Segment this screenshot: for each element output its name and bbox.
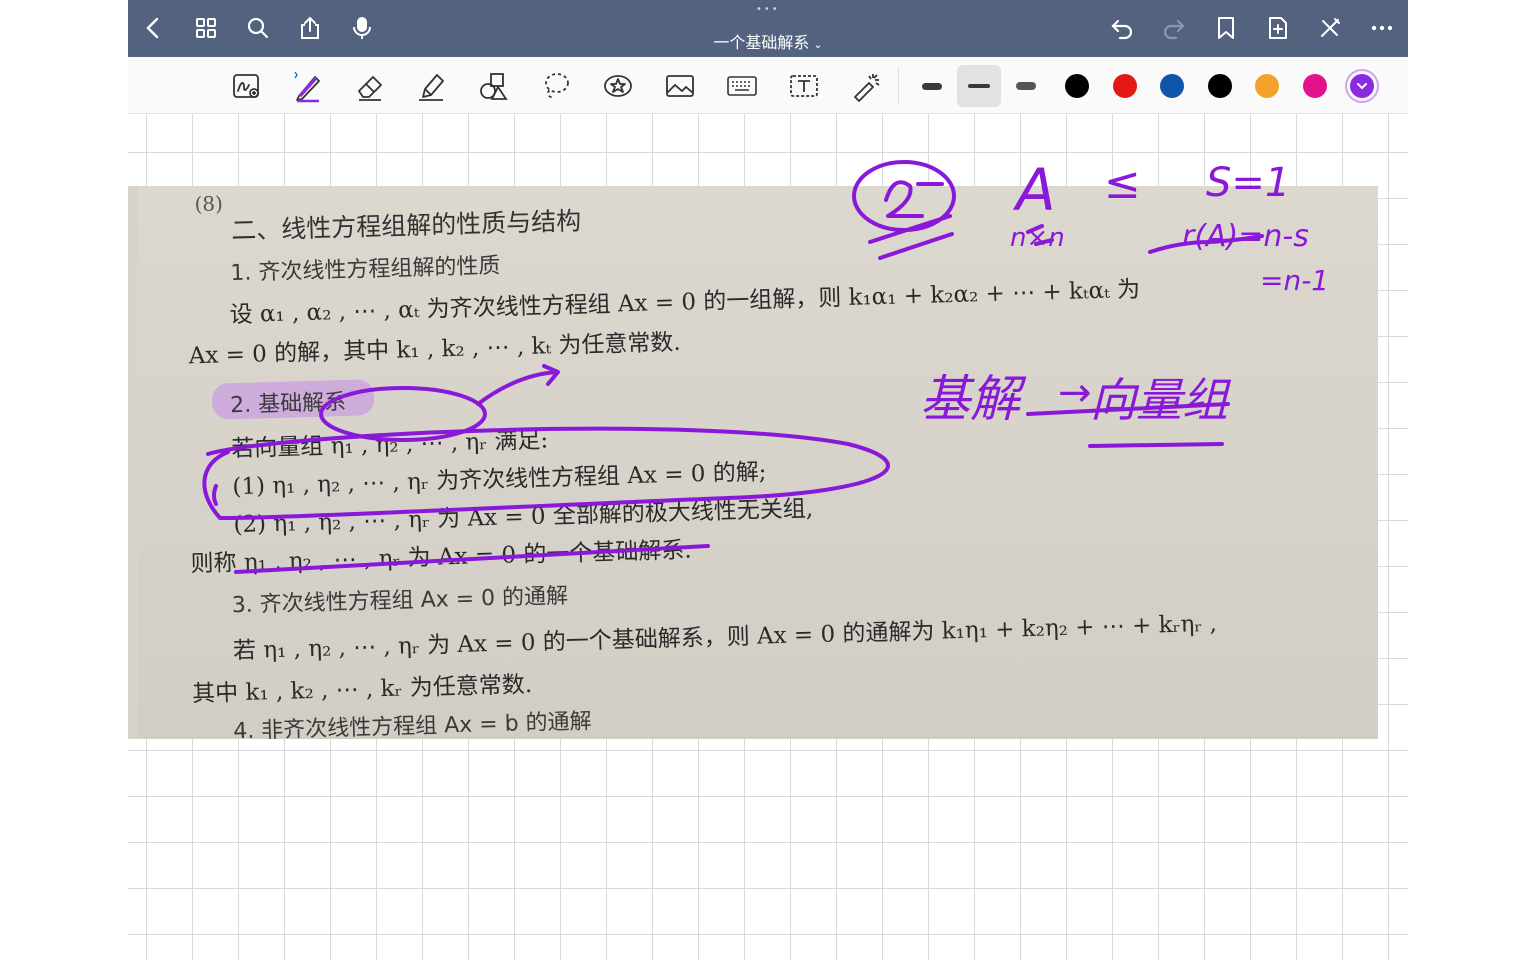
- image-tool-icon[interactable]: [658, 65, 702, 107]
- color-swatch[interactable]: [1065, 74, 1089, 98]
- bookmark-icon[interactable]: [1210, 12, 1242, 44]
- color-swatch[interactable]: [1207, 74, 1232, 98]
- lasso-tool-icon[interactable]: [534, 65, 578, 107]
- color-swatch[interactable]: [1302, 74, 1327, 98]
- sticker-tool-icon[interactable]: [596, 65, 640, 107]
- section-title: 二、线性方程组解的性质与结构: [230, 206, 582, 246]
- thickness-thick[interactable]: [1004, 65, 1048, 107]
- s1-title: 1. 齐次线性方程组解的性质: [230, 253, 501, 287]
- thickness-medium[interactable]: [957, 65, 1001, 107]
- s3-title: 3. 齐次线性方程组 Ax = 0 的通解: [231, 583, 569, 619]
- toolbar-divider: [898, 67, 899, 105]
- share-icon[interactable]: [294, 12, 326, 44]
- textbook-photo: (8) 二、线性方程组解的性质与结构 1. 齐次线性方程组解的性质 设 α₁ ,…: [128, 186, 1378, 739]
- thickness-thin[interactable]: [910, 65, 954, 107]
- add-page-icon[interactable]: [1262, 12, 1294, 44]
- microphone-icon[interactable]: [346, 12, 378, 44]
- pen-tool-icon[interactable]: [286, 65, 330, 107]
- tool-bar: [128, 57, 1408, 114]
- heading-number: (8): [194, 191, 224, 217]
- color-swatch[interactable]: [1160, 74, 1184, 98]
- s2-title: 2. 基础解系: [229, 389, 347, 419]
- s3-line2: 其中 k₁ , k₂ , ⋯ , kᵣ 为任意常数.: [191, 671, 533, 708]
- window-grabber[interactable]: •••: [756, 4, 780, 15]
- text-tool-icon[interactable]: [782, 65, 826, 107]
- highlighter-tool-icon[interactable]: [410, 65, 454, 107]
- s4-title: 4. 非齐次线性方程组 Ax = b 的通解: [232, 709, 592, 739]
- close-pen-icon[interactable]: [1314, 12, 1346, 44]
- keyboard-tool-icon[interactable]: [720, 65, 764, 107]
- redo-icon[interactable]: [1158, 12, 1190, 44]
- grid-icon[interactable]: [190, 12, 222, 44]
- notes-app: ••• 一个基础解系 ⌄ (8) 二、线性方程组解的性质与结构 1. 齐次线性方…: [128, 0, 1408, 960]
- chevron-down-icon: ⌄: [813, 38, 823, 51]
- color-swatch[interactable]: [1350, 74, 1374, 98]
- shapes-tool-icon[interactable]: [472, 65, 516, 107]
- color-swatch[interactable]: [1112, 74, 1137, 98]
- eraser-tool-icon[interactable]: [348, 65, 392, 107]
- handwriting-tool-icon[interactable]: [224, 65, 268, 107]
- chevron-down-icon: [1357, 83, 1367, 90]
- undo-icon[interactable]: [1106, 12, 1138, 44]
- back-icon[interactable]: [138, 12, 170, 44]
- color-swatch[interactable]: [1255, 74, 1279, 98]
- s1-line2: Ax = 0 的解，其中 k₁ , k₂ , ⋯ , kₜ 为任意常数.: [188, 329, 682, 370]
- document-title[interactable]: 一个基础解系 ⌄: [688, 29, 848, 53]
- note-canvas[interactable]: (8) 二、线性方程组解的性质与结构 1. 齐次线性方程组解的性质 设 α₁ ,…: [128, 114, 1408, 960]
- document-title-text: 一个基础解系: [713, 33, 810, 52]
- textbook-page: (8) 二、线性方程组解的性质与结构 1. 齐次线性方程组解的性质 设 α₁ ,…: [128, 186, 1378, 739]
- more-icon[interactable]: [1366, 12, 1398, 44]
- title-bar: ••• 一个基础解系 ⌄: [128, 0, 1408, 57]
- s2-line1: 若向量组 η₁ , η₂ , ⋯ , ηᵣ 满足:: [231, 427, 549, 463]
- search-icon[interactable]: [242, 12, 274, 44]
- laser-tool-icon[interactable]: [844, 65, 888, 107]
